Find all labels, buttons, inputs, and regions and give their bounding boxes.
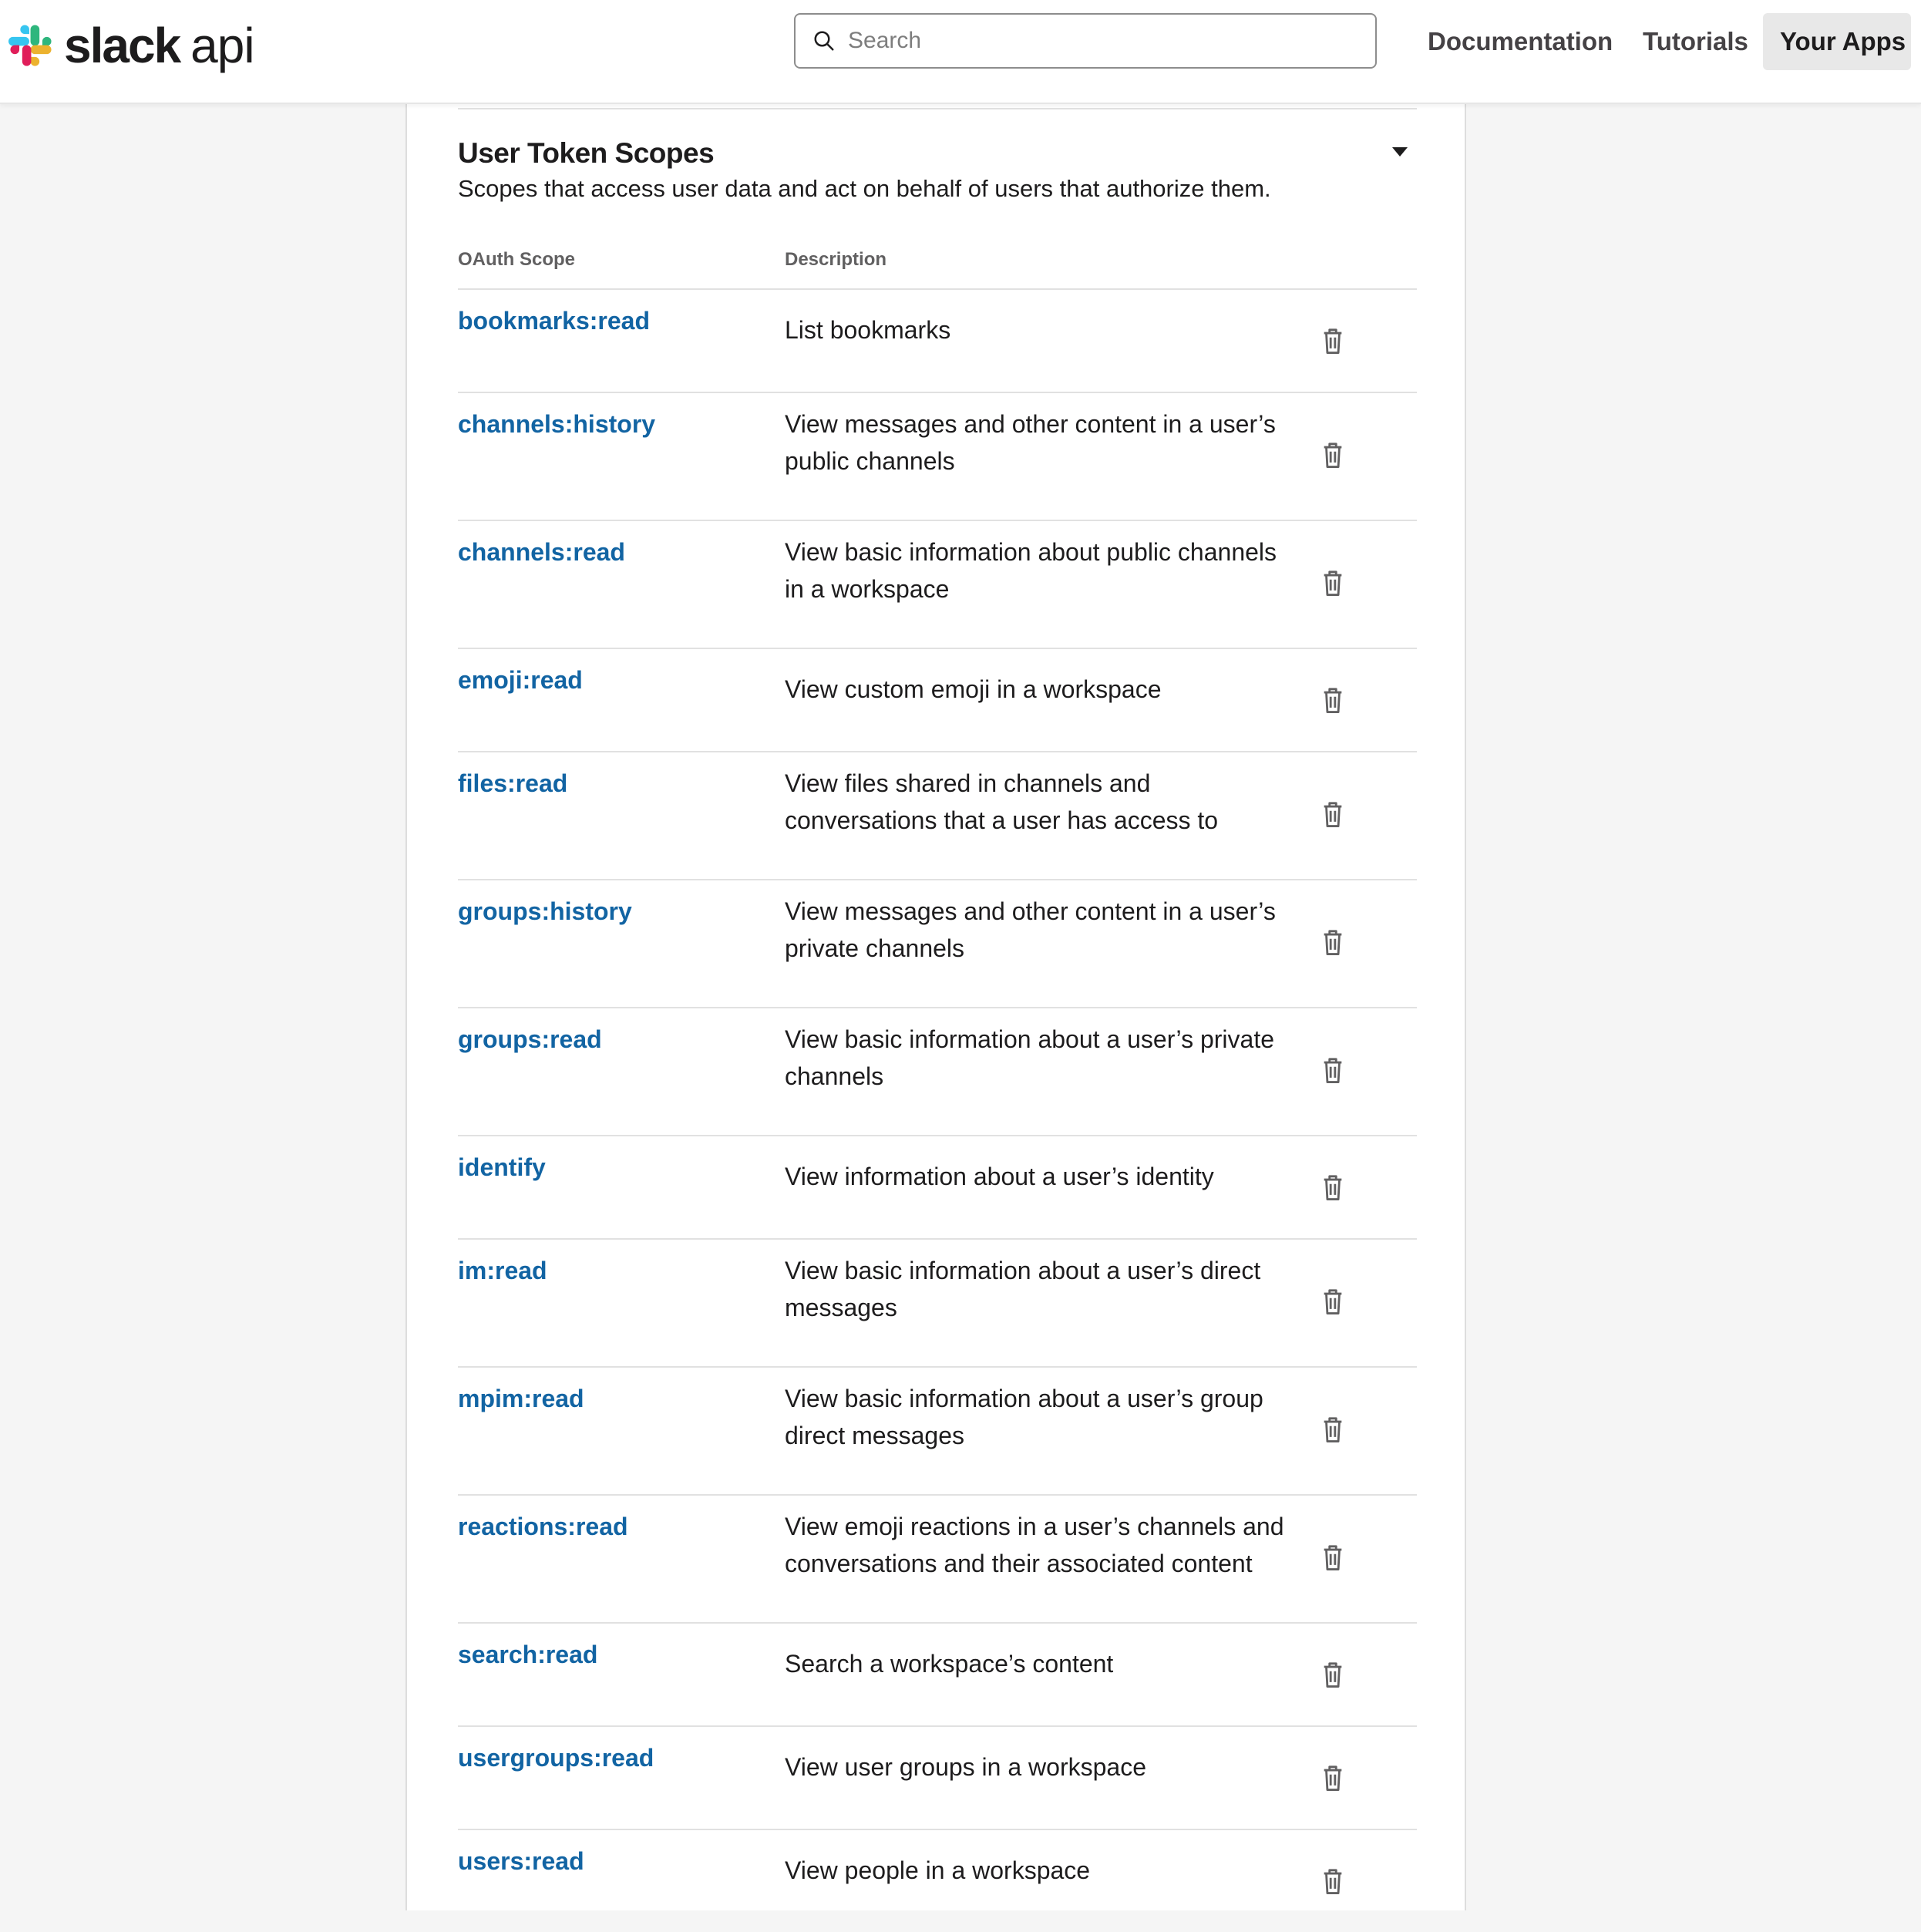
scope-description: View basic information about a user’s pr… [785, 1025, 1275, 1090]
scope-link[interactable]: im:read [458, 1257, 547, 1285]
scope-link[interactable]: groups:history [458, 897, 632, 926]
scope-link[interactable]: search:read [458, 1641, 597, 1669]
trash-icon[interactable] [1320, 1866, 1346, 1897]
scope-link[interactable]: channels:read [458, 538, 625, 567]
trash-icon[interactable] [1320, 1286, 1346, 1317]
scope-description: List bookmarks [785, 316, 951, 344]
scope-row: im:read View basic information about a u… [458, 1238, 1417, 1366]
brand-suffix: api [190, 18, 254, 73]
scope-row: emoji:read View custom emoji in a worksp… [458, 648, 1417, 751]
nav-documentation[interactable]: Documentation [1428, 13, 1613, 70]
scope-link[interactable]: users:read [458, 1847, 584, 1876]
search-input[interactable] [846, 27, 1358, 55]
nav-your-apps-button[interactable]: Your Apps [1763, 13, 1911, 70]
scope-link[interactable]: channels:history [458, 410, 655, 439]
column-header-oauth-scope: OAuth Scope [458, 249, 576, 270]
section-title: User Token Scopes [458, 137, 715, 169]
trash-icon[interactable] [1320, 1659, 1346, 1690]
scope-description: View messages and other content in a use… [785, 897, 1276, 962]
scope-description: View messages and other content in a use… [785, 410, 1276, 475]
scope-row: reactions:read View emoji reactions in a… [458, 1494, 1417, 1622]
scope-row: identify View information about a user’s… [458, 1135, 1417, 1238]
scope-description: View basic information about a user’s gr… [785, 1385, 1263, 1449]
slack-api-logo[interactable]: slack api [8, 18, 255, 73]
trash-icon[interactable] [1320, 799, 1346, 830]
brand-name: slack [64, 18, 181, 73]
trash-icon[interactable] [1320, 325, 1346, 356]
scope-description: View basic information about public chan… [785, 538, 1277, 603]
scope-row: mpim:read View basic information about a… [458, 1366, 1417, 1494]
trash-icon[interactable] [1320, 567, 1346, 598]
scope-description: View information about a user’s identity [785, 1163, 1214, 1190]
scope-row: groups:read View basic information about… [458, 1007, 1417, 1135]
scopes-table: bookmarks:read List bookmarks channels:h… [458, 288, 1417, 1932]
trash-icon[interactable] [1320, 927, 1346, 958]
scope-description: View files shared in channels and conver… [785, 769, 1219, 834]
scope-row: channels:read View basic information abo… [458, 520, 1417, 648]
scope-link[interactable]: reactions:read [458, 1513, 628, 1541]
scope-row: search:read Search a workspace’s content [458, 1622, 1417, 1725]
scope-link[interactable]: emoji:read [458, 666, 583, 695]
scope-link[interactable]: identify [458, 1153, 546, 1182]
trash-icon[interactable] [1320, 1414, 1346, 1445]
nav-tutorials[interactable]: Tutorials [1643, 13, 1748, 70]
trash-icon[interactable] [1320, 1542, 1346, 1573]
scope-description: View people in a workspace [785, 1856, 1091, 1884]
scope-row: users:read View people in a workspace [458, 1829, 1417, 1932]
scope-row: usergroups:read View user groups in a wo… [458, 1725, 1417, 1829]
scope-link[interactable]: groups:read [458, 1025, 602, 1054]
section-subtitle: Scopes that access user data and act on … [458, 175, 1271, 202]
scope-row: groups:history View messages and other c… [458, 879, 1417, 1007]
scope-description: Search a workspace’s content [785, 1650, 1114, 1678]
trash-icon[interactable] [1320, 439, 1346, 470]
column-header-description: Description [785, 249, 887, 270]
scope-row: files:read View files shared in channels… [458, 751, 1417, 879]
scopes-card: User Token Scopes Scopes that access use… [405, 103, 1466, 1910]
trash-icon[interactable] [1320, 685, 1346, 715]
top-navigation-bar: slack api Documentation Tutorials Your A… [0, 0, 1921, 104]
search-box[interactable] [794, 13, 1377, 69]
trash-icon[interactable] [1320, 1762, 1346, 1793]
scope-row: bookmarks:read List bookmarks [458, 288, 1417, 392]
scope-description: View custom emoji in a workspace [785, 675, 1162, 703]
scope-description: View user groups in a workspace [785, 1753, 1146, 1781]
scope-row: channels:history View messages and other… [458, 392, 1417, 520]
search-icon [814, 31, 834, 51]
section-divider [458, 108, 1417, 109]
scope-link[interactable]: bookmarks:read [458, 307, 650, 335]
scope-link[interactable]: files:read [458, 769, 567, 798]
collapse-caret-icon[interactable] [1392, 147, 1408, 157]
scope-description: View basic information about a user’s di… [785, 1257, 1261, 1321]
scope-link[interactable]: usergroups:read [458, 1744, 654, 1772]
trash-icon[interactable] [1320, 1055, 1346, 1085]
slack-logo-icon [8, 25, 52, 66]
scope-link[interactable]: mpim:read [458, 1385, 584, 1413]
scope-description: View emoji reactions in a user’s channel… [785, 1513, 1284, 1577]
trash-icon[interactable] [1320, 1172, 1346, 1203]
